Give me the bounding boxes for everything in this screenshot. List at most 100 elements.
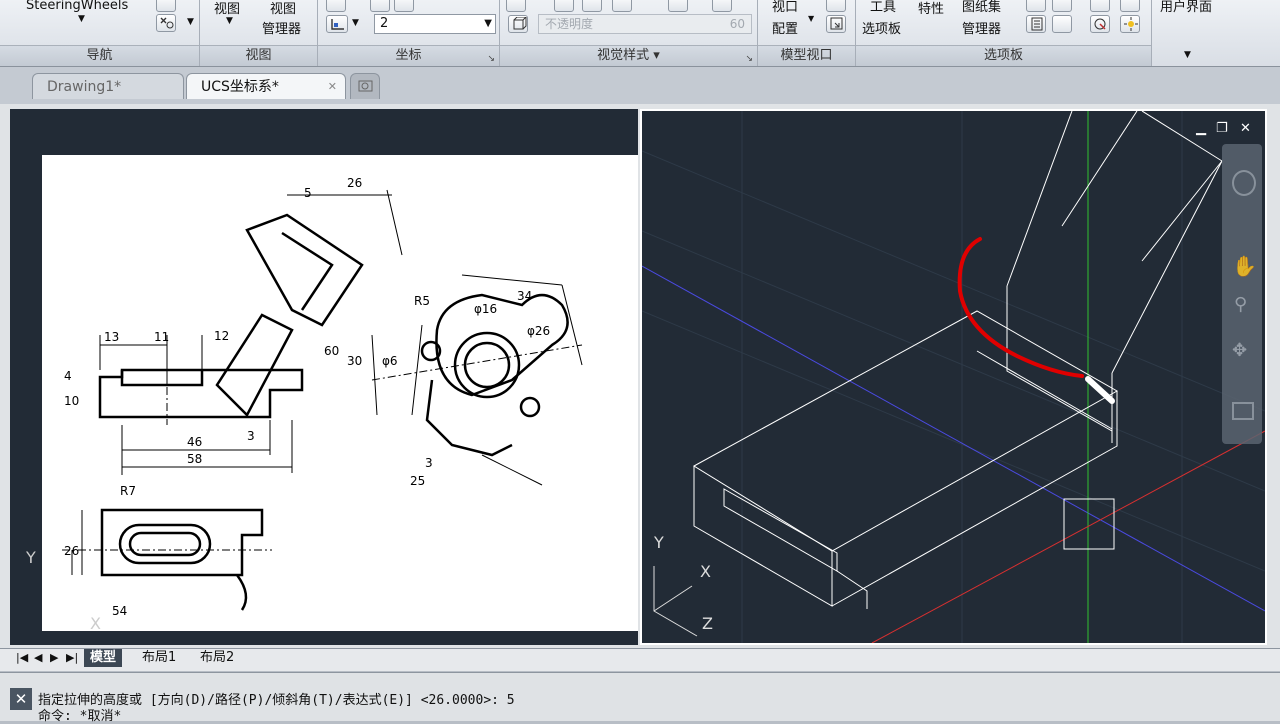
dim-text: 60 [324, 344, 339, 358]
viewport-restore-icon[interactable] [826, 15, 846, 33]
calculator-icon[interactable] [1026, 15, 1046, 33]
close-tab-icon[interactable]: ✕ [328, 74, 337, 100]
pan-nav-icon[interactable]: ✋ [1232, 254, 1257, 278]
visual-style-icon-5[interactable] [668, 0, 688, 12]
user-interface-panel: 用户界面 ▼ [1152, 0, 1226, 66]
palettes-panel-title: 选项板 [856, 45, 1151, 66]
ucs-icon[interactable] [326, 0, 346, 12]
properties-button[interactable]: 特性 [918, 0, 944, 17]
view-manager-button-line1[interactable]: 视图 [270, 0, 296, 17]
sheet-set-line1[interactable]: 图纸集 [962, 0, 1001, 15]
model-viewports-panel-title: 模型视口 [758, 45, 855, 66]
markup-icon[interactable] [1052, 15, 1072, 33]
tab-label: UCS坐标系* [201, 79, 279, 95]
viewport-dropdown-icon[interactable]: ▼ [808, 14, 814, 23]
sheet-set-line2[interactable]: 管理器 [962, 18, 1001, 37]
layout-tab-model[interactable]: 模型 [84, 649, 123, 667]
visual-styles-panel-title[interactable]: 视觉样式 ▾ [500, 45, 757, 66]
restore-viewport-icon[interactable]: ❐ [1216, 121, 1228, 136]
steering-wheel-nav-icon[interactable] [1232, 170, 1256, 196]
palette-icon-1[interactable] [1026, 0, 1046, 12]
ucs-z-label-right: Z [702, 614, 713, 633]
visual-style-icon-1[interactable] [506, 0, 526, 12]
dim-text: 3 [247, 429, 255, 443]
right-viewport[interactable] [640, 109, 1267, 645]
visual-styles-panel: 不透明度 60 视觉样式 ▾ ↘ [500, 0, 758, 66]
new-tab-icon [358, 80, 373, 92]
command-history-line: 命令: *取消* [38, 709, 122, 724]
layout-tab-layout2[interactable]: 布局2 [194, 649, 240, 667]
tool-palettes-line2[interactable]: 选项板 [862, 18, 901, 37]
ucs-dropdown-icon[interactable]: ▼ [352, 18, 359, 28]
drawing-paper[interactable]: 13 11 4 10 46 58 3 26 5 12 60 30 R5 34 φ… [42, 155, 638, 631]
partial-3d-box [602, 494, 636, 579]
opacity-slider[interactable]: 不透明度 60 [538, 14, 752, 34]
close-command-line-icon[interactable]: ✕ [10, 688, 32, 710]
ribbon: SteeringWheels ▼ ▼ 导航 视图 ▼ 视图 管理器 视图 ▼ 2… [0, 0, 1280, 67]
viewport-named-icon[interactable] [826, 0, 846, 12]
palette-icon-3[interactable] [1090, 0, 1110, 12]
user-interface-button[interactable]: 用户界面 [1160, 0, 1212, 15]
view-manager-button-line2[interactable]: 管理器 [262, 18, 301, 37]
panel-launcher-icon[interactable]: ↘ [487, 54, 495, 64]
view-button[interactable]: 视图 [214, 0, 240, 17]
new-tab-button[interactable] [350, 73, 380, 99]
dim-text: 26 [347, 176, 362, 190]
close-viewport-icon[interactable]: ✕ [1240, 121, 1251, 136]
steeringwheels-button[interactable]: SteeringWheels [26, 0, 128, 13]
tool-palettes-line1[interactable]: 工具 [870, 0, 896, 15]
opacity-cube-icon[interactable] [508, 15, 528, 33]
dim-text: 11 [154, 330, 169, 344]
view-dropdown-icon[interactable]: ▼ [226, 16, 233, 26]
palette-icon-4[interactable] [1120, 0, 1140, 12]
navigation-panel-title: 导航 [0, 45, 199, 66]
dim-text: 3 [425, 456, 433, 470]
ucs-named-icon[interactable] [370, 0, 390, 12]
user-interface-dropdown-icon[interactable]: ▼ [1184, 50, 1191, 60]
ucs-x-label-right: X [700, 562, 711, 581]
tab-drawing1[interactable]: Drawing1* [32, 73, 184, 99]
layout-tab-layout1[interactable]: 布局1 [136, 649, 182, 667]
tab-ucs[interactable]: UCS坐标系* ✕ [186, 73, 346, 99]
dim-text: R5 [414, 294, 430, 308]
zoom-window-icon[interactable] [156, 14, 176, 32]
dim-text: R7 [120, 484, 136, 498]
opacity-label: 不透明度 [545, 17, 594, 31]
opacity-value: 60 [729, 17, 745, 31]
ucs-combo-value: 2 [380, 16, 389, 31]
coordinates-panel-title: 坐标 [318, 45, 499, 66]
steeringwheels-dropdown-icon[interactable]: ▼ [78, 14, 85, 24]
navigation-bar: ✋ ⚲ ✥ [1222, 144, 1262, 444]
viewport-config-line1[interactable]: 视口 [772, 0, 798, 15]
light-icon[interactable] [1120, 15, 1140, 33]
visual-style-icon-3[interactable] [582, 0, 602, 12]
palettes-panel: 工具 选项板 特性 图纸集 管理器 选项板 [856, 0, 1152, 66]
dim-text: 25 [410, 474, 425, 488]
ucs-combo[interactable]: 2 ▼ [374, 14, 496, 34]
layout-tab-bar [0, 648, 1280, 671]
last-layout-icon[interactable]: ▶| [60, 649, 84, 667]
viewport-config-line2[interactable]: 配置 [772, 18, 798, 37]
ucs-origin-icon[interactable] [326, 15, 348, 33]
dim-text: 26 [64, 544, 79, 558]
dim-text: φ6 [382, 354, 398, 368]
dim-text: 34 [517, 289, 532, 303]
find-icon[interactable] [1090, 15, 1110, 33]
coordinates-panel: ▼ 2 ▼ 坐标 ↘ [318, 0, 500, 66]
2d-part-drawing: 13 11 4 10 46 58 3 26 5 12 60 30 R5 34 φ… [62, 176, 583, 618]
visual-style-icon-2[interactable] [554, 0, 574, 12]
zoom-dropdown-icon[interactable]: ▼ [187, 17, 194, 27]
ucs-world-icon[interactable] [394, 0, 414, 12]
dim-text: 5 [304, 186, 312, 200]
panel-launcher-icon[interactable]: ↘ [745, 54, 753, 64]
zoom-nav-icon[interactable]: ⚲ [1234, 294, 1247, 315]
navigation-panel: SteeringWheels ▼ ▼ 导航 [0, 0, 200, 66]
palette-icon-2[interactable] [1052, 0, 1072, 12]
visual-style-icon-4[interactable] [612, 0, 632, 12]
orbit-nav-icon[interactable]: ✥ [1232, 340, 1247, 361]
tab-label: Drawing1* [47, 79, 122, 95]
minimize-viewport-icon[interactable]: ▁ [1196, 121, 1206, 136]
showmotion-nav-icon[interactable] [1232, 402, 1254, 420]
zoom-extents-icon[interactable] [156, 0, 176, 12]
visual-style-icon-6[interactable] [712, 0, 732, 12]
